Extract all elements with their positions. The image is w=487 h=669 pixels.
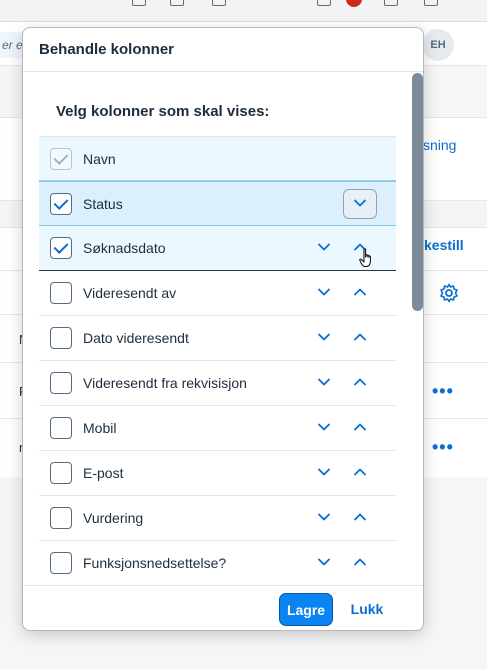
list-item[interactable]: E-post	[39, 451, 396, 496]
checkbox[interactable]	[50, 462, 72, 484]
save-button[interactable]: Lagre	[279, 593, 333, 626]
manage-columns-dialog: Behandle kolonner Velg kolonner som skal…	[22, 27, 424, 631]
more-horizontal-icon[interactable]: •••	[432, 438, 454, 456]
move-up-button[interactable]	[343, 548, 377, 578]
chevron-down-icon	[318, 423, 330, 431]
move-down-button[interactable]	[307, 278, 341, 308]
move-down-button[interactable]	[307, 548, 341, 578]
move-up-button[interactable]	[343, 413, 377, 443]
list-item[interactable]: Navn	[39, 136, 396, 181]
list-item[interactable]: Videresendt av	[39, 271, 396, 316]
move-down-button[interactable]	[307, 503, 341, 533]
gear-icon[interactable]	[439, 283, 459, 308]
browser-split-icon[interactable]	[317, 0, 331, 6]
checkbox[interactable]	[50, 237, 72, 259]
notification-badge	[346, 0, 362, 7]
scrollbar-thumb[interactable]	[412, 73, 423, 311]
more-horizontal-icon[interactable]: •••	[432, 382, 454, 400]
dialog-footer: Lagre Lukk	[23, 585, 423, 630]
move-down-button[interactable]	[307, 413, 341, 443]
column-label: Mobil	[83, 420, 117, 436]
chevron-up-icon	[354, 378, 366, 386]
move-down-button[interactable]	[307, 368, 341, 398]
checkbox	[50, 148, 72, 170]
avatar[interactable]: EH	[422, 29, 454, 61]
chevron-down-icon	[318, 558, 330, 566]
list-item[interactable]: Videresendt fra rekvisisjon	[39, 361, 396, 406]
chevron-up-icon	[354, 333, 366, 341]
browser-extensions-icon[interactable]	[384, 0, 398, 6]
list-item[interactable]: Vurdering	[39, 496, 396, 541]
column-label: Søknadsdato	[83, 240, 166, 256]
move-up-button[interactable]	[343, 503, 377, 533]
dialog-title: Behandle kolonner	[39, 41, 175, 58]
column-label: Funksjonsnedsettelse?	[83, 555, 227, 571]
list-item[interactable]: Funksjonsnedsettelse?	[39, 541, 396, 585]
chevron-down-icon	[318, 288, 330, 296]
column-list: Navn Status Søknadsdato Videresendt av D…	[39, 136, 396, 585]
move-up-button[interactable]	[343, 323, 377, 353]
chevron-down-icon	[318, 333, 330, 341]
browser-favorite-icon[interactable]	[212, 0, 226, 6]
close-button[interactable]: Lukk	[343, 593, 391, 626]
column-label: Vurdering	[83, 510, 144, 526]
background-link-bold[interactable]: kestill	[424, 237, 464, 253]
dialog-body: Velg kolonner som skal vises: Navn Statu…	[23, 73, 423, 585]
chevron-up-icon	[354, 558, 366, 566]
checkbox[interactable]	[50, 372, 72, 394]
column-label: Dato videresendt	[83, 330, 189, 346]
browser-collections-icon[interactable]	[424, 0, 438, 6]
checkbox[interactable]	[50, 417, 72, 439]
checkbox[interactable]	[50, 327, 72, 349]
chevron-up-icon	[354, 423, 366, 431]
column-label: Navn	[83, 151, 116, 167]
move-up-button[interactable]	[343, 368, 377, 398]
section-heading: Velg kolonner som skal vises:	[56, 103, 270, 120]
chevron-down-icon	[318, 243, 330, 251]
background-link[interactable]: sning	[423, 137, 456, 153]
move-down-button[interactable]	[307, 323, 341, 353]
move-down-button[interactable]	[307, 233, 341, 263]
checkbox[interactable]	[50, 193, 72, 215]
move-up-button[interactable]	[343, 278, 377, 308]
list-item[interactable]: Status	[39, 181, 396, 226]
chevron-down-icon	[318, 513, 330, 521]
column-label: Videresendt av	[83, 285, 177, 301]
checkbox[interactable]	[50, 282, 72, 304]
chevron-down-icon	[318, 468, 330, 476]
browser-reader-icon[interactable]	[170, 0, 184, 6]
move-down-button[interactable]	[343, 189, 377, 219]
hand-cursor-icon	[359, 248, 375, 273]
list-item[interactable]: Dato videresendt	[39, 316, 396, 361]
chevron-up-icon	[354, 513, 366, 521]
browser-toolbar	[0, 0, 487, 22]
move-up-button[interactable]	[343, 458, 377, 488]
dialog-header: Behandle kolonner	[23, 28, 423, 72]
chevron-down-icon	[354, 199, 366, 207]
scrollbar[interactable]	[412, 73, 423, 585]
list-item[interactable]: Søknadsdato	[39, 226, 396, 271]
column-label: Status	[83, 196, 123, 212]
checkbox[interactable]	[50, 507, 72, 529]
column-label: Videresendt fra rekvisisjon	[83, 375, 247, 391]
browser-tab-icon[interactable]	[132, 0, 146, 6]
chevron-down-icon	[318, 378, 330, 386]
column-label: E-post	[83, 465, 124, 481]
chevron-up-icon	[354, 288, 366, 296]
chevron-up-icon	[354, 468, 366, 476]
checkbox[interactable]	[50, 552, 72, 574]
list-item[interactable]: Mobil	[39, 406, 396, 451]
move-down-button[interactable]	[307, 458, 341, 488]
